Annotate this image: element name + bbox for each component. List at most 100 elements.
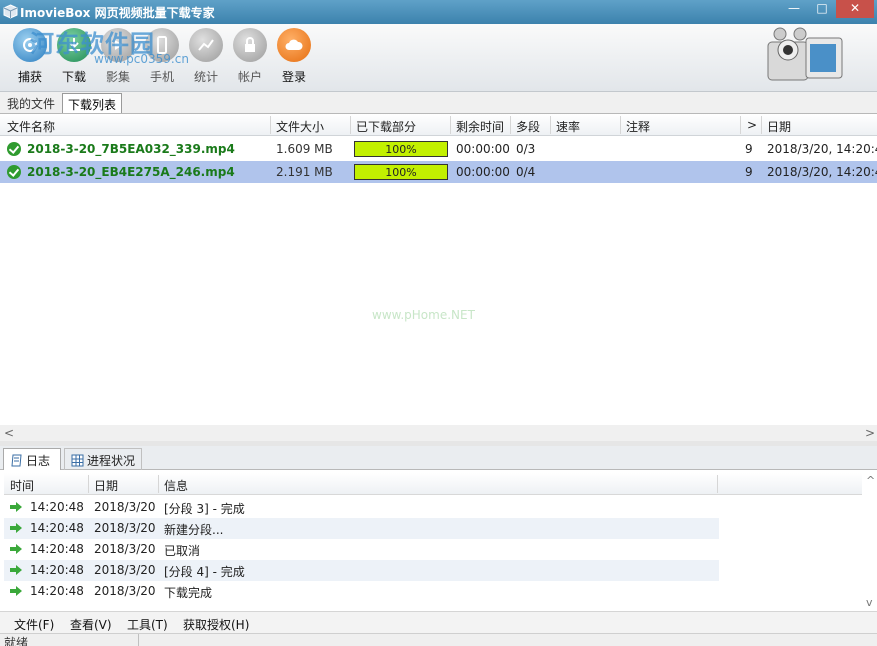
title-bar: ImovieBox 网页视频批量下载专家 — □ ✕ xyxy=(0,0,877,24)
complete-check-icon xyxy=(7,165,21,179)
log-time: 14:20:48 xyxy=(30,563,84,577)
arrow-right-icon xyxy=(10,565,22,575)
toolbar: 捕获 下载 影集 手机 统计 帐户 登录 河东软件园 www.pc0359.cn xyxy=(0,24,877,92)
background-watermark: www.pHome.NET xyxy=(372,308,475,322)
scroll-right-button[interactable]: > xyxy=(865,426,875,440)
row-segments: 0/4 xyxy=(516,165,536,179)
log-time: 14:20:48 xyxy=(30,500,84,514)
col-downloaded[interactable]: 已下载部分 xyxy=(356,118,416,135)
col-filesize[interactable]: 文件大小 xyxy=(276,118,324,135)
menu-license[interactable]: 获取授权(H) xyxy=(183,616,249,633)
row-filesize: 2.191 MB xyxy=(276,165,333,179)
col-divider xyxy=(158,475,159,493)
tab-download-list[interactable]: 下载列表 xyxy=(62,93,123,113)
camera-mascot-icon xyxy=(767,27,843,81)
list-header: 文件名称 文件大小 已下载部分 剩余时间 多段 速率 注释 > 日期 xyxy=(0,114,877,136)
col-comment[interactable]: 注释 xyxy=(626,118,650,135)
row-filename: 2018-3-20_EB4E275A_246.mp4 xyxy=(27,165,235,179)
scroll-left-button[interactable]: < xyxy=(4,426,14,440)
log-col-time[interactable]: 时间 xyxy=(10,477,34,494)
account-button[interactable]: 帐户 xyxy=(230,28,270,85)
log-date: 2018/3/20 xyxy=(94,563,156,577)
close-button[interactable]: ✕ xyxy=(836,0,874,18)
status-bar: 就绪 xyxy=(0,633,877,646)
bottom-tabs: 日志 进程状况 xyxy=(0,446,877,470)
download-label: 下载 xyxy=(61,70,86,84)
library-label: 影集 xyxy=(105,70,130,84)
progress-label: 100% xyxy=(385,166,417,179)
log-time: 14:20:48 xyxy=(30,521,84,535)
log-col-date[interactable]: 日期 xyxy=(94,477,118,494)
col-date[interactable]: 日期 xyxy=(767,118,791,135)
menu-tools[interactable]: 工具(T) xyxy=(127,616,168,633)
account-label: 帐户 xyxy=(237,70,262,84)
tab-progress[interactable]: 进程状况 xyxy=(64,448,142,470)
row-segments: 0/3 xyxy=(516,142,536,156)
log-row[interactable]: 14:20:48 2018/3/20 新建分段... xyxy=(4,518,719,539)
log-date: 2018/3/20 xyxy=(94,521,156,535)
capture-label: 捕获 xyxy=(17,70,42,84)
row-filename: 2018-3-20_7B5EA032_339.mp4 xyxy=(27,142,235,156)
login-button[interactable]: 登录 xyxy=(274,28,314,85)
log-info: 新建分段... xyxy=(164,523,224,537)
window-title: ImovieBox 网页视频批量下载专家 xyxy=(20,6,215,20)
col-divider xyxy=(620,116,621,134)
log-col-info[interactable]: 信息 xyxy=(164,477,188,494)
download-progress-bar: 100% xyxy=(354,141,448,157)
menu-file[interactable]: 文件(F) xyxy=(14,616,54,633)
col-divider xyxy=(717,475,718,493)
col-divider xyxy=(740,116,741,134)
col-speed[interactable]: 速率 xyxy=(556,118,580,135)
download-row[interactable]: 2018-3-20_EB4E275A_246.mp4 2.191 MB 100%… xyxy=(0,161,877,183)
grid-icon xyxy=(71,454,84,467)
tab-log-label: 日志 xyxy=(26,454,51,468)
tab-my-files[interactable]: 我的文件 xyxy=(2,93,60,113)
arrow-right-icon xyxy=(10,586,22,596)
log-header: 时间 日期 信息 xyxy=(4,473,862,495)
login-label: 登录 xyxy=(281,70,306,84)
complete-check-icon xyxy=(7,142,21,156)
maximize-button[interactable]: □ xyxy=(808,0,836,18)
arrow-right-icon xyxy=(10,502,22,512)
app-cube-icon xyxy=(3,4,18,19)
col-divider xyxy=(88,475,89,493)
row-remaining: 00:00:00 xyxy=(456,142,510,156)
row-filesize: 1.609 MB xyxy=(276,142,333,156)
col-divider xyxy=(510,116,511,134)
col-divider xyxy=(350,116,351,134)
scroll-up-button[interactable]: ^ xyxy=(866,474,875,487)
log-row[interactable]: 14:20:48 2018/3/20 [分段 3] - 完成 xyxy=(4,497,719,518)
menu-view[interactable]: 查看(V) xyxy=(70,616,112,633)
log-row[interactable]: 14:20:48 2018/3/20 已取消 xyxy=(4,539,719,560)
col-divider xyxy=(450,116,451,134)
stats-label: 统计 xyxy=(193,70,218,84)
download-list: 文件名称 文件大小 已下载部分 剩余时间 多段 速率 注释 > 日期 2018-… xyxy=(0,113,877,442)
log-info: [分段 4] - 完成 xyxy=(164,565,245,579)
download-row[interactable]: 2018-3-20_7B5EA032_339.mp4 1.609 MB 100%… xyxy=(0,138,877,160)
lock-icon xyxy=(233,28,267,62)
row-date: 2018/3/20, 14:20:41 xyxy=(767,142,877,156)
col-segments[interactable]: 多段 xyxy=(516,118,540,135)
scroll-down-button[interactable]: v xyxy=(866,596,873,609)
tab-progress-label: 进程状况 xyxy=(87,454,136,468)
row-date: 2018/3/20, 14:20:47 xyxy=(767,165,877,179)
horizontal-scrollbar[interactable]: < > xyxy=(0,425,877,442)
arrow-right-icon xyxy=(10,523,22,533)
col-more[interactable]: > xyxy=(747,118,757,132)
tab-log[interactable]: 日志 xyxy=(3,448,61,470)
minimize-button[interactable]: — xyxy=(780,0,808,18)
log-info: 已取消 xyxy=(164,544,201,558)
row-more: 9 xyxy=(745,142,753,156)
log-row[interactable]: 14:20:48 2018/3/20 下载完成 xyxy=(4,581,719,602)
col-filename[interactable]: 文件名称 xyxy=(7,118,55,135)
stats-button[interactable]: 统计 xyxy=(186,28,226,85)
log-row[interactable]: 14:20:48 2018/3/20 [分段 4] - 完成 xyxy=(4,560,719,581)
log-date: 2018/3/20 xyxy=(94,542,156,556)
arrow-right-icon xyxy=(10,544,22,554)
col-divider xyxy=(761,116,762,134)
scroll-log-icon xyxy=(11,454,22,467)
download-progress-bar: 100% xyxy=(354,164,448,180)
chart-icon xyxy=(189,28,223,62)
col-remaining[interactable]: 剩余时间 xyxy=(456,118,504,135)
row-remaining: 00:00:00 xyxy=(456,165,510,179)
